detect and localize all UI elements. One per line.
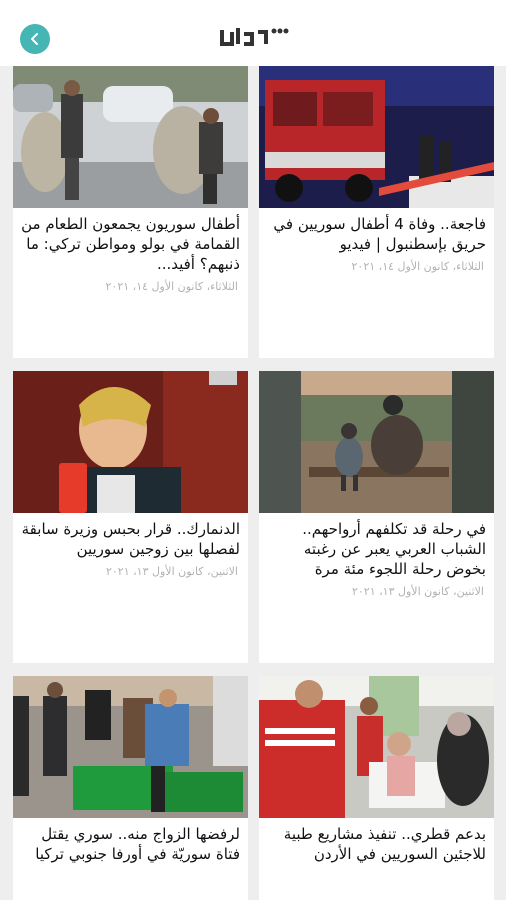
- article-title: فاجعة.. وفاة 4 أطفال سوريين في حريق بإسط…: [273, 215, 486, 253]
- back-button[interactable]: [20, 24, 50, 54]
- article-card[interactable]: فاجعة.. وفاة 4 أطفال سوريين في حريق بإسط…: [259, 66, 494, 358]
- article-image: [13, 66, 248, 208]
- article-image: [13, 676, 248, 818]
- article-title: الدنمارك.. قرار بحبس وزيرة سابقة لفصلها …: [21, 520, 240, 558]
- logo-mark: [220, 28, 289, 46]
- article-date: الاثنين، كانون الأول ١٣، ٢٠٢١: [351, 585, 484, 598]
- article-title: في رحلة قد تكلفهم أرواحهم.. الشباب العرب…: [302, 520, 486, 578]
- site-logo[interactable]: [218, 24, 290, 50]
- article-image: [13, 371, 248, 513]
- article-title: أطفال سوريون يجمعون الطعام من القمامة في…: [21, 215, 240, 273]
- article-image: [259, 66, 494, 208]
- article-date: الثلاثاء، كانون الأول ١٤، ٢٠٢١: [105, 280, 238, 293]
- article-image: [259, 676, 494, 818]
- article-date: الثلاثاء، كانون الأول ١٤، ٢٠٢١: [351, 260, 484, 273]
- article-title: بدعم قطري.. تنفيذ مشاريع طبية للاجئين ال…: [283, 825, 486, 863]
- article-card[interactable]: لرفضها الزواج منه.. سوري يقتل فتاة سوريّ…: [13, 676, 248, 900]
- article-title: لرفضها الزواج منه.. سوري يقتل فتاة سوريّ…: [35, 825, 240, 863]
- article-card[interactable]: في رحلة قد تكلفهم أرواحهم.. الشباب العرب…: [259, 371, 494, 663]
- articles-grid: فاجعة.. وفاة 4 أطفال سوريين في حريق بإسط…: [0, 66, 506, 900]
- article-card[interactable]: الدنمارك.. قرار بحبس وزيرة سابقة لفصلها …: [13, 371, 248, 663]
- top-bar: [0, 0, 506, 66]
- article-card[interactable]: أطفال سوريون يجمعون الطعام من القمامة في…: [13, 66, 248, 358]
- article-card[interactable]: بدعم قطري.. تنفيذ مشاريع طبية للاجئين ال…: [259, 676, 494, 900]
- chevron-left-icon: [31, 33, 38, 45]
- article-image: [259, 371, 494, 513]
- article-date: الاثنين، كانون الأول ١٣، ٢٠٢١: [105, 565, 238, 578]
